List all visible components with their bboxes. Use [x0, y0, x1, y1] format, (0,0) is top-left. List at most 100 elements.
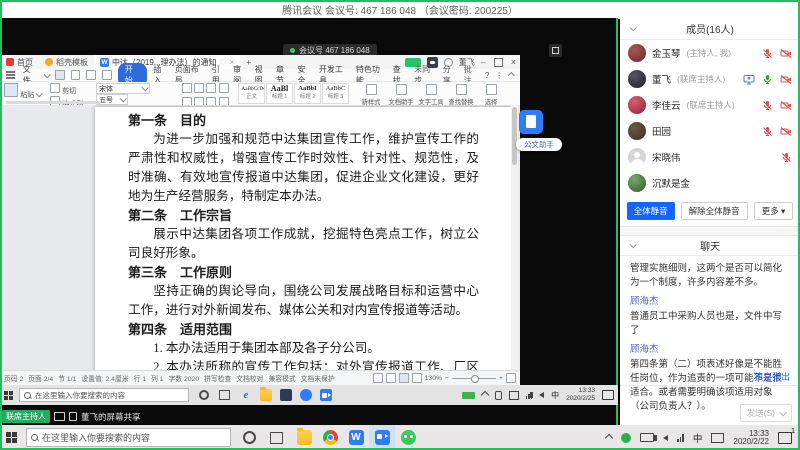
bullets-icon[interactable] — [182, 83, 192, 93]
camera-off-icon[interactable] — [780, 48, 792, 59]
action-center-icon[interactable] — [602, 390, 614, 400]
volume-icon[interactable] — [539, 392, 544, 398]
meeting-button[interactable] — [369, 425, 395, 450]
member-row[interactable]: 李佳云 (联席主持人) — [620, 92, 800, 118]
chat-messages[interactable]: 管理实施细则，这两个是否可以简化为一个制度，许多内容差不多。 顾海杰 普通员工中… — [620, 256, 800, 414]
collapse-members-icon[interactable] — [630, 24, 637, 31]
file-explorer-icon[interactable] — [260, 389, 272, 401]
mail-icon[interactable] — [280, 389, 292, 401]
volume-icon[interactable] — [663, 435, 668, 441]
display-tray-icon[interactable] — [509, 391, 519, 400]
file-explorer-button[interactable] — [291, 425, 317, 450]
outdent-icon[interactable] — [219, 83, 229, 93]
web-layout-icon[interactable] — [412, 373, 422, 383]
font-name-select[interactable]: 宋体 — [96, 83, 150, 94]
tray-expand-icon[interactable] — [605, 433, 613, 441]
member-row[interactable]: 董飞 (联席主持人) — [620, 66, 800, 92]
exit-fullscreen-button[interactable] — [549, 44, 562, 57]
task-view-icon[interactable] — [270, 432, 283, 444]
hamburger-icon[interactable] — [6, 74, 15, 76]
zoom-value[interactable]: 130% — [425, 375, 442, 382]
scrollbar-thumb[interactable] — [512, 107, 517, 165]
style-heading2[interactable]: AaBbI 标题 2 — [294, 83, 321, 104]
help-icon[interactable]: ? — [485, 71, 489, 80]
sharing-screen-icon[interactable] — [743, 74, 755, 85]
collapse-chat-icon[interactable] — [630, 241, 637, 248]
send-button[interactable]: 发送(S) — [740, 404, 792, 422]
font-size-select[interactable]: 五号 — [96, 94, 128, 105]
view-mode-icon[interactable] — [373, 373, 383, 383]
wechat-tray-icon[interactable] — [621, 433, 631, 443]
zoom-slider[interactable] — [452, 378, 496, 379]
ime-indicator[interactable]: 中 — [551, 390, 559, 401]
fit-page-icon[interactable] — [506, 373, 516, 383]
numbering-icon[interactable] — [194, 83, 204, 93]
start-button-icon[interactable] — [6, 432, 18, 444]
doc-assistant-widget-icon[interactable] — [519, 110, 543, 134]
shared-search-input[interactable]: 在这里输入你要搜索的内容 — [19, 388, 189, 402]
mic-on-icon[interactable] — [762, 74, 773, 85]
mute-all-button[interactable]: 全体静音 — [627, 202, 675, 220]
cortana-icon[interactable] — [243, 431, 256, 444]
camera-off-icon[interactable] — [780, 74, 792, 85]
unmute-all-button[interactable]: 解除全体静音 — [681, 202, 748, 220]
style-heading3[interactable]: AaBbC 标题 3 — [322, 83, 349, 104]
mic-muted-icon[interactable] — [762, 126, 773, 137]
redo-icon[interactable] — [102, 70, 112, 80]
paste-icon[interactable] — [4, 83, 18, 97]
battery-icon[interactable] — [640, 433, 654, 442]
select-button[interactable]: 选择 — [476, 83, 506, 107]
status-spellcheck[interactable]: 拼写检查 — [204, 373, 231, 383]
task-view-icon[interactable] — [219, 390, 230, 400]
network-icon[interactable] — [677, 434, 684, 442]
style-normal[interactable]: AaBbCcDd 正文 — [238, 83, 265, 104]
status-word-count[interactable]: 字数 2020 — [169, 373, 200, 383]
taskbar-search-input[interactable]: 在这里输入你要搜索的内容 — [26, 428, 231, 447]
zoom-slider-knob[interactable] — [471, 375, 479, 383]
ribbon-grip[interactable] — [6, 101, 101, 104]
status-proofread[interactable]: 文档校对 — [236, 373, 263, 383]
doc-assistant-widget-label[interactable]: 公文助手 — [516, 138, 562, 151]
cut-icon[interactable] — [50, 83, 60, 93]
style-heading1[interactable]: AaBl 标题 1 — [266, 83, 293, 104]
wps-button[interactable]: W — [343, 425, 369, 450]
tab-templates[interactable]: 稻壳模板 — [39, 55, 94, 69]
camera-off-icon[interactable] — [780, 100, 792, 111]
keyboard-icon[interactable] — [711, 433, 724, 443]
doc-assistant-button[interactable]: 文档助手 — [386, 83, 416, 107]
member-row[interactable]: 田园 — [620, 118, 800, 144]
undo-icon[interactable] — [86, 70, 96, 80]
text-tools-button[interactable]: 文字工具 — [416, 83, 446, 107]
mic-tray-icon[interactable] — [495, 391, 502, 400]
new-style-button[interactable]: 新样式 — [356, 83, 386, 107]
tray-expand-icon[interactable] — [480, 391, 488, 399]
page-view-icon[interactable] — [386, 373, 396, 383]
mic-muted-icon[interactable] — [781, 152, 792, 163]
zoom-out-button[interactable]: − — [445, 375, 449, 382]
chrome-button[interactable] — [317, 425, 343, 450]
edge-icon[interactable]: e — [240, 389, 252, 401]
taskbar-clock[interactable]: 13:33 2020/2/22 — [733, 430, 769, 446]
chat-header[interactable]: 聊天 — [620, 236, 800, 256]
clock-app-icon[interactable] — [300, 389, 312, 401]
action-center-icon[interactable]: 1 — [778, 432, 792, 444]
wechat-button[interactable] — [395, 425, 421, 450]
cut-label[interactable]: 剪切 — [62, 88, 76, 95]
camera-off-icon[interactable] — [780, 126, 792, 137]
print-layout-icon[interactable] — [399, 373, 409, 383]
more-icon[interactable]: ⋮ — [495, 71, 503, 80]
member-row[interactable]: 金玉琴 (主持人, 我) — [620, 40, 800, 66]
popout-chat-link[interactable]: 独立弹出 — [754, 370, 790, 383]
start-button-icon[interactable] — [4, 391, 13, 400]
shared-clock[interactable]: 13:33 2020/2/25 — [566, 387, 595, 403]
print-icon[interactable] — [71, 70, 81, 80]
paste-label[interactable]: 粘贴 — [20, 92, 34, 99]
document-page[interactable]: 第一条 目的 为进一步加强和规范中达集团宣传工作，维护宣传工作的严肃性和权威性，… — [95, 107, 512, 370]
battery-full-icon[interactable] — [462, 392, 475, 399]
ime-indicator[interactable]: 中 — [693, 431, 703, 445]
member-row[interactable]: 沉默是金 — [620, 170, 800, 196]
members-header[interactable]: 成员(16人) — [620, 18, 800, 40]
indent-icon[interactable] — [206, 83, 216, 93]
zoom-in-button[interactable]: + — [499, 375, 503, 382]
cortana-icon[interactable] — [199, 390, 209, 400]
